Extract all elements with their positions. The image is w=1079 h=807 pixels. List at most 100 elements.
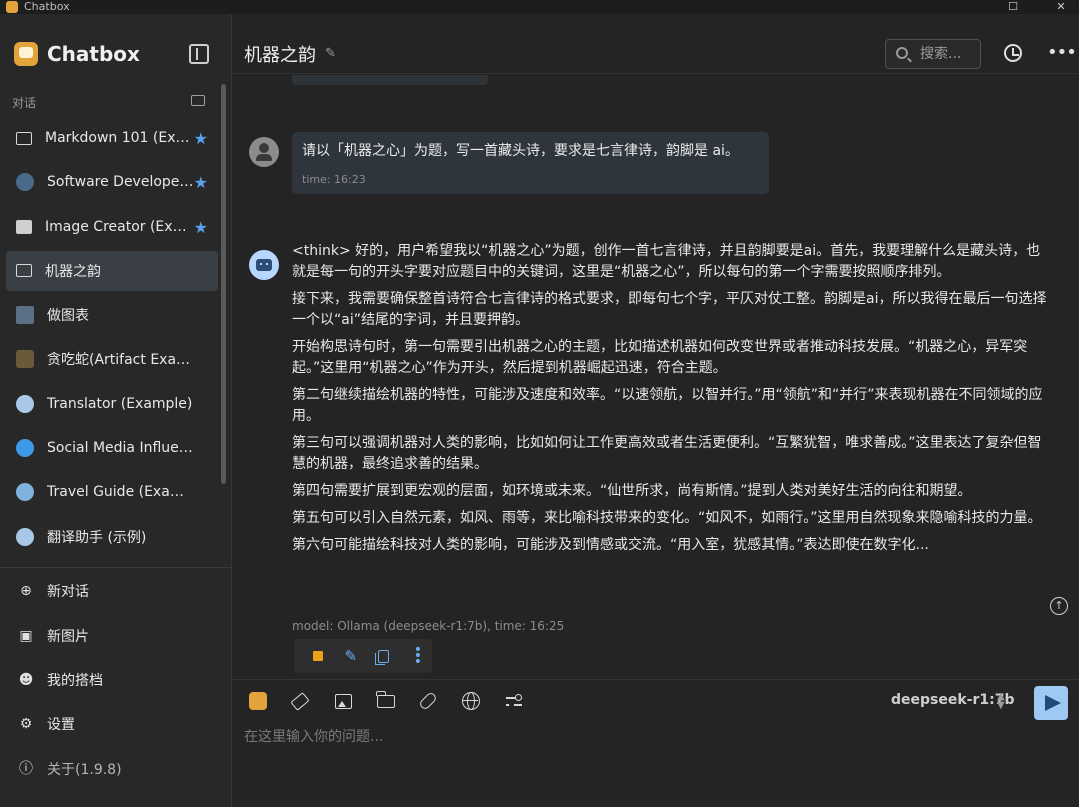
attach-file-button[interactable] (376, 690, 396, 711)
web-search-button[interactable] (461, 691, 481, 711)
session-item-image-creator[interactable]: Image Creator (Example) ★ (6, 207, 218, 247)
session-item-translation-assistant[interactable]: 翻译助手 (示例) (6, 517, 218, 557)
chart-avatar-icon (16, 306, 34, 325)
send-button[interactable] (1034, 686, 1068, 720)
image-icon (16, 219, 32, 234)
sidebar-scrollbar[interactable] (221, 84, 226, 484)
user-avatar-icon (249, 137, 279, 167)
session-item-translator[interactable]: Translator (Example) (6, 384, 218, 424)
add-circle-icon: ⊕ (20, 583, 32, 600)
window-title: Chatbox (24, 0, 70, 13)
brand: Chatbox (14, 40, 140, 68)
chatbox-icon (249, 692, 267, 710)
new-chat-button[interactable]: ⊕ 新对话 (6, 569, 218, 613)
stop-generating-button[interactable] (302, 639, 335, 673)
twitter-icon (16, 439, 34, 458)
menu-label: 关于(1.9.8) (47, 761, 122, 778)
globe-icon (462, 692, 480, 710)
assistant-paragraph: 接下来，我需要确保整首诗符合七言律诗的格式要求，即每句七个字，平仄对仗工整。韵脚… (292, 291, 1047, 328)
search-input[interactable] (920, 45, 978, 63)
copy-message-button[interactable] (367, 639, 400, 673)
message-more-button[interactable]: • • • (400, 639, 433, 673)
image-icon (334, 693, 352, 709)
session-label: Social Media Influencer (Example) (47, 440, 197, 457)
snake-avatar-icon (16, 350, 34, 369)
attach-image-button[interactable] (333, 691, 353, 711)
attach-link-button[interactable] (418, 691, 438, 711)
search-box[interactable] (885, 39, 981, 69)
chat-main: 机器之韵 ✎ ••• 请以「机器之心」为题，写一首藏头诗，要求是七言律诗，韵脚是… (232, 14, 1079, 807)
assistant-avatar-icon (249, 250, 279, 280)
conversations-section-label: 对话 (12, 96, 37, 110)
chatbox-toolbar-button[interactable] (248, 691, 268, 711)
info-icon: ⓘ (19, 760, 33, 777)
assistant-message: <think> 好的，用户希望我以“机器之心”为题，创作一首七言律诗，并且韵脚要… (292, 241, 1052, 562)
session-item-make-chart[interactable]: 做图表 (6, 295, 218, 335)
menu-label: 我的搭档 (47, 672, 103, 689)
about-button[interactable]: ⓘ 关于(1.9.8) (6, 747, 218, 791)
message-action-bar: ✎ • • • (294, 639, 432, 673)
session-item-travel-guide[interactable]: Travel Guide (Example) (6, 472, 218, 512)
star-icon[interactable]: ★ (194, 173, 208, 192)
user-message-text: 请以「机器之心」为题，写一首藏头诗，要求是七言律诗，韵脚是 ai。 (302, 143, 739, 159)
new-image-button[interactable]: ▣ 新图片 (6, 613, 218, 657)
session-list: Markdown 101 (Example) ★ Software Develo… (6, 118, 218, 561)
chatbox-logo-icon (14, 42, 38, 66)
message-input[interactable] (244, 726, 1064, 796)
robot-icon: ☻ (18, 671, 34, 688)
assistant-paragraph: 第三句可以强调机器对人类的影响，比如如何让工作更高效或者生活更便利。“互繁犹智，… (292, 435, 1042, 472)
chevron-updown-icon[interactable]: ▲ ▼ (997, 692, 1005, 711)
archive-icon[interactable] (191, 95, 205, 106)
chat-bubble-icon (16, 264, 32, 278)
edit-title-icon[interactable]: ✎ (325, 46, 336, 61)
collapse-sidebar-icon[interactable] (189, 44, 209, 64)
menu-label: 新对话 (47, 584, 89, 601)
session-label: Markdown 101 (Example) (45, 130, 195, 146)
maximize-button[interactable]: ☐ (1004, 0, 1022, 14)
user-message: 请以「机器之心」为题，写一首藏头诗，要求是七言律诗，韵脚是 ai。 time: … (292, 132, 769, 194)
sidebar-menu: ⊕ 新对话 ▣ 新图片 ☻ 我的搭档 ⚙ 设置 ⓘ 关于(1.9.8) (6, 569, 218, 791)
composer: deepseek-r1:7b ▲ ▼ (232, 679, 1079, 807)
session-label: Image Creator (Example) (45, 218, 195, 235)
clear-context-button[interactable] (290, 691, 310, 711)
history-icon[interactable] (1004, 44, 1022, 62)
edit-message-button[interactable]: ✎ (335, 639, 368, 673)
session-label: 做图表 (47, 308, 89, 325)
star-icon[interactable]: ★ (194, 129, 208, 148)
session-item-software-developer[interactable]: Software Developer (Example) ★ (6, 162, 218, 202)
session-item-social-media[interactable]: Social Media Influencer (Example) (6, 428, 218, 468)
assistant-paragraph: 第二句继续描绘机器的特性，可能涉及速度和效率。“以速领航，以智并行。”用“领航”… (292, 387, 1043, 424)
chat-bubble-icon (16, 131, 32, 145)
message-list: 请以「机器之心」为题，写一首藏头诗，要求是七言律诗，韵脚是 ai。 time: … (232, 75, 1079, 679)
session-item-jiqi-zhiyun[interactable]: 机器之韵 (6, 250, 218, 291)
settings-sliders-button[interactable] (504, 691, 524, 711)
sidebar-divider (0, 567, 231, 568)
settings-button[interactable]: ⚙ 设置 (6, 702, 218, 746)
translator-avatar-icon (16, 394, 34, 413)
vertical-dots-icon: • • • (413, 642, 423, 670)
more-options-icon[interactable]: ••• (1047, 42, 1077, 63)
session-item-snake-game[interactable]: 贪吃蛇(Artifact Example) (6, 339, 218, 379)
send-icon (1044, 695, 1061, 711)
star-icon[interactable]: ★ (194, 218, 208, 237)
previous-message-bubble (292, 75, 488, 85)
scroll-to-top-button[interactable]: ↑ (1050, 597, 1068, 615)
chat-header: 机器之韵 ✎ ••• (232, 14, 1079, 74)
session-label: 机器之韵 (45, 263, 101, 280)
pencil-icon: ✎ (344, 647, 358, 665)
menu-label: 设置 (47, 717, 75, 734)
link-icon (418, 691, 438, 711)
session-label: Software Developer (Example) (47, 174, 197, 191)
assistant-paragraph: 第六句可能描绘科技对人类的影响，可能涉及到情感或交流。“用入室，犹感其情。”表达… (292, 537, 929, 553)
folder-icon (376, 690, 395, 708)
session-item-markdown-101[interactable]: Markdown 101 (Example) ★ (6, 118, 218, 158)
my-copilots-button[interactable]: ☻ 我的搭档 (6, 658, 218, 702)
session-label: 贪吃蛇(Artifact Example) (47, 352, 197, 369)
close-window-button[interactable]: ✕ (1052, 0, 1070, 14)
conversation-title: 机器之韵 (244, 45, 316, 66)
assistant-paragraph: <think> 好的，用户希望我以“机器之心”为题，创作一首七言律诗，并且韵脚要… (292, 243, 1041, 280)
gear-icon: ⚙ (19, 716, 33, 733)
model-selector[interactable]: deepseek-r1:7b (891, 692, 1014, 708)
sidebar: Chatbox 对话 Markdown 101 (Example) ★ Soft… (0, 14, 232, 807)
session-label: Travel Guide (Example) (47, 484, 197, 501)
